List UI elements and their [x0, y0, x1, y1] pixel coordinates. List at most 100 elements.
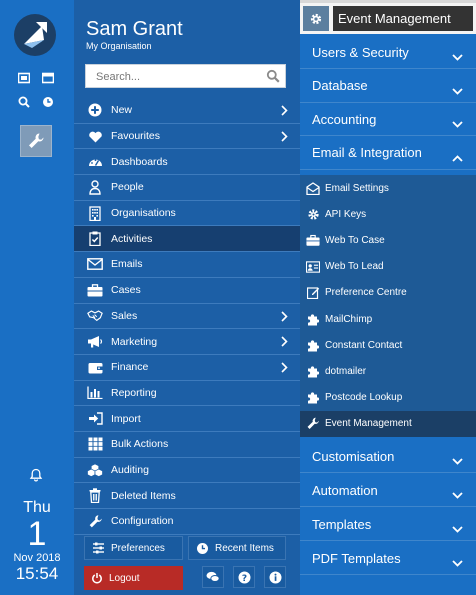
- weekday: Thu: [23, 499, 51, 516]
- menu-item-new[interactable]: New: [74, 98, 300, 124]
- user-name[interactable]: Sam Grant: [86, 18, 183, 40]
- search-input[interactable]: [94, 66, 268, 88]
- sliders-icon: [92, 542, 105, 554]
- menu-item-label: New: [111, 104, 133, 117]
- section-customisation[interactable]: Customisation: [300, 440, 476, 473]
- person-icon: [87, 179, 103, 195]
- menu-item-label: Configuration: [111, 515, 174, 528]
- trash-icon: [87, 488, 103, 504]
- section-email-and-integration[interactable]: Email & Integration: [300, 137, 476, 170]
- section-pdf-templates[interactable]: PDF Templates: [300, 542, 476, 575]
- menu-item-reporting[interactable]: Reporting: [74, 381, 300, 407]
- sign-in-icon: [87, 411, 103, 427]
- grid-icon: [87, 436, 103, 452]
- puzzle-icon: [306, 338, 320, 352]
- chevron-down-icon: [452, 555, 463, 570]
- section-accounting[interactable]: Accounting: [300, 103, 476, 136]
- submenu-item-postcode-lookup[interactable]: Postcode Lookup: [300, 385, 476, 411]
- chevron-down-icon: [452, 487, 463, 502]
- settings-dropdown: Event Management Email Settings API Keys W…: [300, 3, 476, 595]
- menu-item-label: Marketing: [111, 335, 158, 348]
- chevron-right-icon: [281, 105, 288, 119]
- submenu-item-web-to-lead[interactable]: Web To Lead: [300, 254, 476, 280]
- menu-item-activities[interactable]: Activities: [74, 226, 300, 253]
- submenu-item-api-keys[interactable]: API Keys: [300, 201, 476, 227]
- month-year: Nov 2018: [13, 552, 61, 564]
- section-users-and-security[interactable]: Users & Security: [300, 36, 476, 69]
- wrench-icon: [87, 513, 103, 529]
- wrench-icon[interactable]: [20, 125, 52, 157]
- menu-item-import[interactable]: Import: [74, 406, 300, 432]
- section-label: Templates: [312, 516, 372, 532]
- chevron-up-icon: [452, 150, 463, 165]
- chevron-down-icon: [452, 83, 463, 98]
- menu-item-marketing[interactable]: Marketing: [74, 329, 300, 355]
- info-icon[interactable]: [264, 566, 286, 588]
- chevron-right-icon: [281, 336, 288, 350]
- puzzle-icon: [306, 364, 320, 378]
- menu-item-sales[interactable]: Sales: [74, 304, 300, 330]
- preferences-button[interactable]: Preferences: [84, 536, 183, 560]
- menu-item-deleted-items[interactable]: Deleted Items: [74, 483, 300, 509]
- section-label: Email & Integration: [312, 145, 422, 160]
- submenu-item-event-management[interactable]: Event Management: [300, 410, 476, 437]
- chevron-down-icon: [452, 49, 463, 64]
- edit-icon: [306, 286, 320, 300]
- clock-time: 15:54: [15, 564, 59, 583]
- date-display: Thu 1 Nov 2018 15:54: [0, 500, 74, 584]
- search-box: [85, 64, 286, 88]
- section-templates[interactable]: Templates: [300, 508, 476, 541]
- day-number: 1: [27, 515, 47, 553]
- logo-icon[interactable]: [14, 14, 56, 56]
- section-label: Accounting: [312, 111, 377, 127]
- wrench-icon: [306, 417, 320, 431]
- menu-item-people[interactable]: People: [74, 175, 300, 201]
- menu-item-organisations[interactable]: Organisations: [74, 201, 300, 227]
- submenu-item-preference-centre[interactable]: Preference Centre: [300, 280, 476, 306]
- dashboard-icon: [87, 154, 103, 170]
- wallet-icon: [87, 359, 103, 375]
- menu-item-cases[interactable]: Cases: [74, 278, 300, 304]
- window-icon[interactable]: [41, 71, 55, 84]
- submenu-item-label: Constant Contact: [325, 339, 403, 351]
- menu-item-label: Sales: [111, 309, 138, 322]
- submenu-item-label: Email Settings: [325, 182, 389, 194]
- section-database[interactable]: Database: [300, 70, 476, 103]
- menu-item-label: Deleted Items: [111, 489, 176, 502]
- menu-item-label: Organisations: [111, 207, 176, 220]
- submenu-item-mailchimp[interactable]: MailChimp: [300, 306, 476, 332]
- id-card-icon: [306, 260, 320, 274]
- left-rail: Thu 1 Nov 2018 15:54: [0, 0, 74, 595]
- recent-items-button[interactable]: Recent Items: [188, 536, 286, 560]
- help-icon[interactable]: ?: [233, 566, 255, 588]
- menu-item-emails[interactable]: Emails: [74, 252, 300, 278]
- section-automation[interactable]: Automation: [300, 474, 476, 507]
- main-menu: New Favourites Dashboards People Organisatio…: [74, 98, 300, 535]
- submenu-item-label: MailChimp: [325, 313, 373, 325]
- menu-item-label: People: [111, 181, 144, 194]
- menu-item-configuration[interactable]: Configuration: [74, 509, 300, 535]
- logout-button[interactable]: Logout: [84, 566, 183, 590]
- submenu-item-label: Postcode Lookup: [325, 392, 403, 404]
- submenu-item-dotmailer[interactable]: dotmailer: [300, 358, 476, 384]
- megaphone-icon: [87, 334, 103, 350]
- section-label: Customisation: [312, 448, 395, 464]
- submenu-item-email-settings[interactable]: Email Settings: [300, 175, 476, 201]
- menu-item-favourites[interactable]: Favourites: [74, 124, 300, 150]
- menu-item-auditing[interactable]: Auditing: [74, 458, 300, 484]
- bell-icon[interactable]: [29, 468, 43, 487]
- nav-panel: Sam Grant My Organisation New Favourites D…: [74, 0, 300, 595]
- history-icon[interactable]: [42, 95, 54, 107]
- bar-chart-icon: [87, 385, 103, 401]
- search-icon[interactable]: [266, 69, 280, 88]
- card-icon[interactable]: [17, 71, 31, 84]
- submenu-item-constant-contact[interactable]: Constant Contact: [300, 332, 476, 358]
- chat-icon[interactable]: [202, 566, 224, 588]
- search-icon[interactable]: [18, 95, 30, 108]
- submenu-item-web-to-case[interactable]: Web To Case: [300, 227, 476, 253]
- menu-item-bulk-actions[interactable]: Bulk Actions: [74, 432, 300, 458]
- menu-item-dashboards[interactable]: Dashboards: [74, 149, 300, 176]
- menu-item-finance[interactable]: Finance: [74, 355, 300, 381]
- dropdown-title[interactable]: Event Management: [333, 6, 473, 31]
- gear-icon[interactable]: [303, 6, 329, 31]
